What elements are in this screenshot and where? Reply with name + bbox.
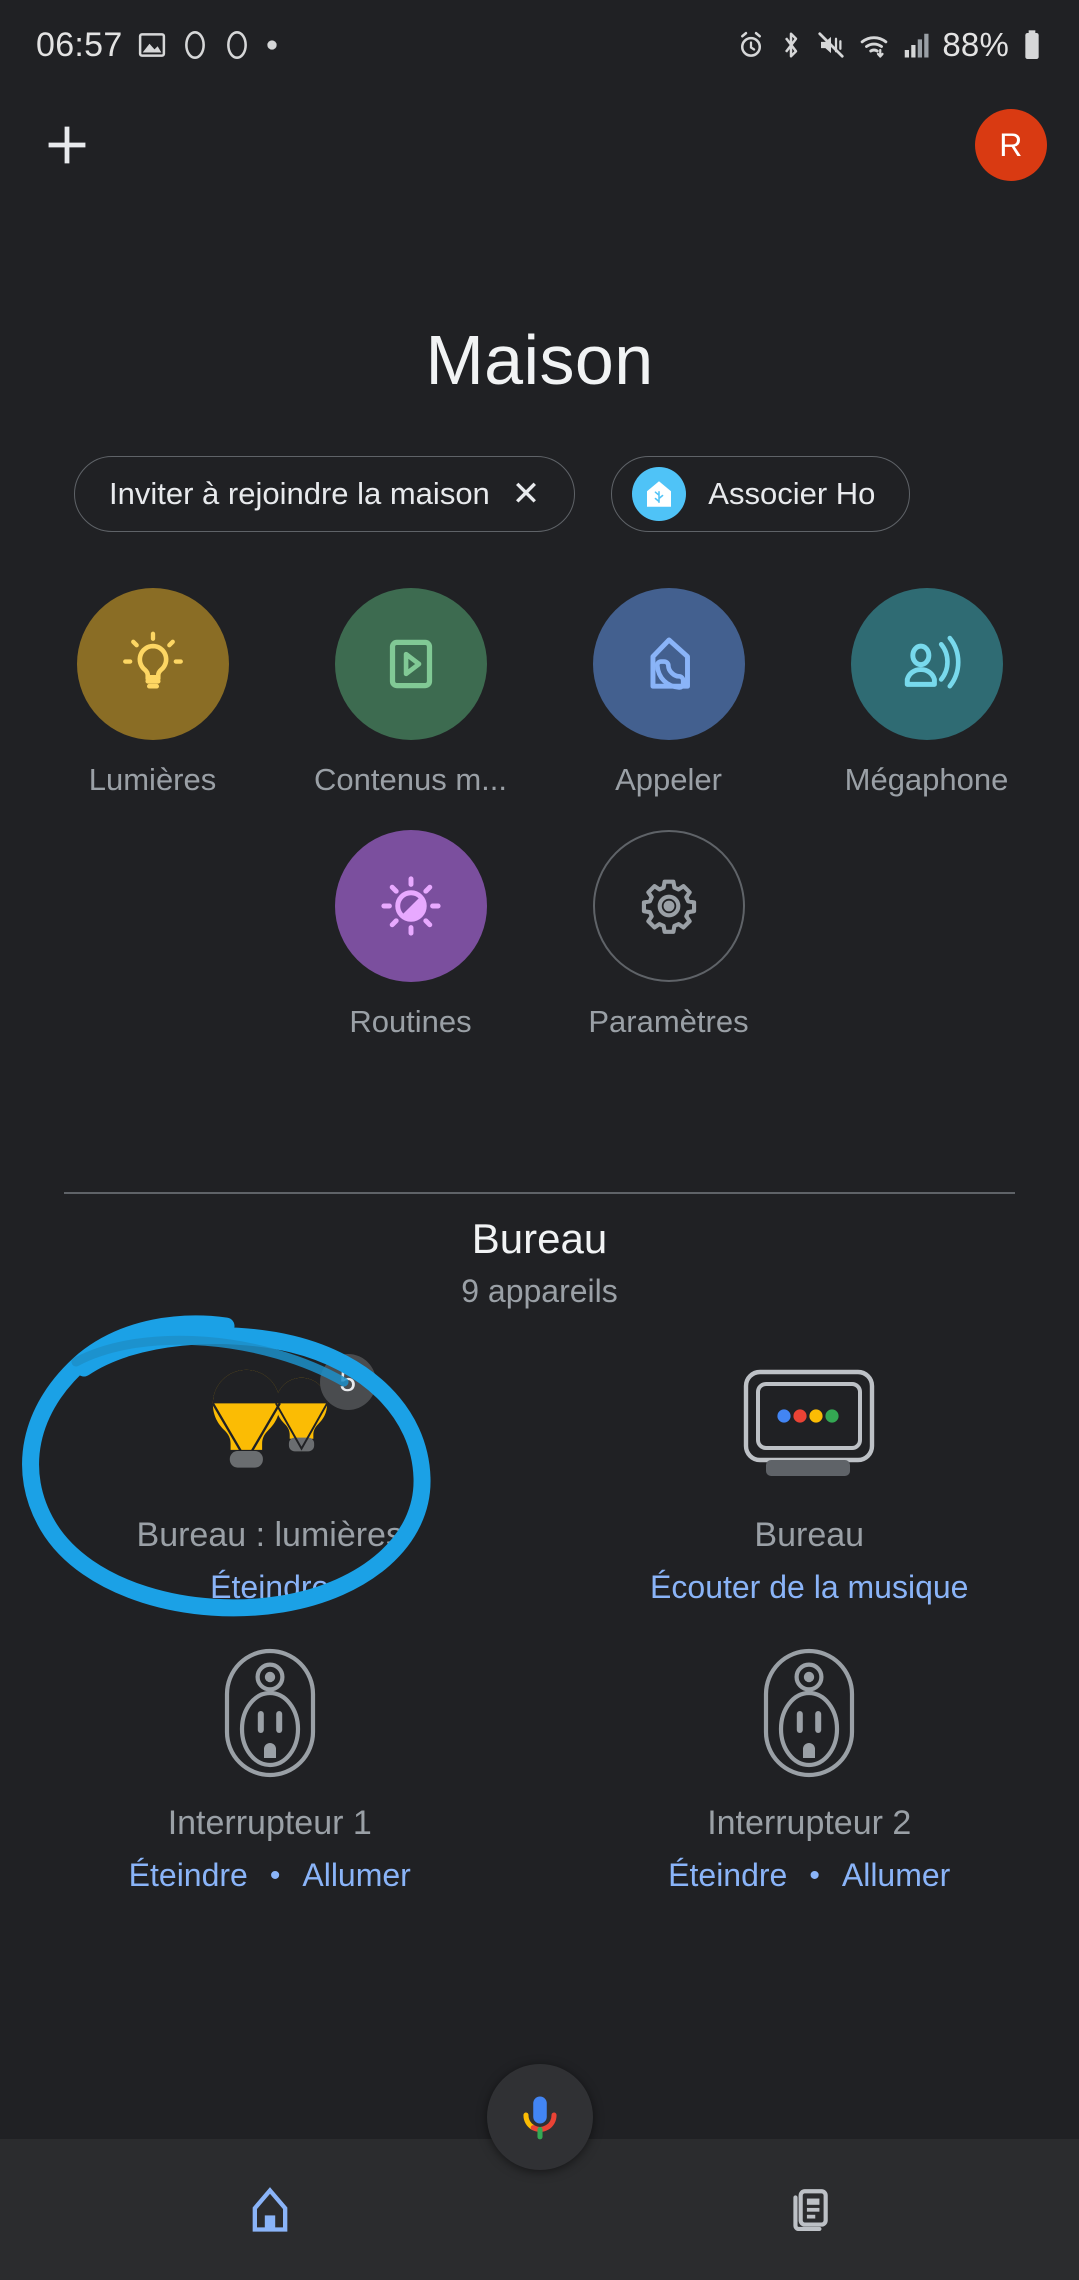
circle-icon <box>184 31 205 59</box>
device-card-bureau-lumieres[interactable]: 5 Bureau : lumières Éteindre <box>0 1340 540 1606</box>
device-action-link[interactable]: Éteindre <box>210 1569 329 1606</box>
routines-icon <box>380 876 441 936</box>
home-icon <box>252 2186 288 2232</box>
quick-actions-row-2: Routines Paramètres <box>0 830 1079 1040</box>
quick-action-media-circle <box>334 588 487 740</box>
quick-action-call-label: Appeler <box>615 762 722 797</box>
feed-icon <box>793 2188 828 2231</box>
device-icon-wrap <box>709 1350 909 1500</box>
room-device-count: 9 appareils <box>461 1273 618 1309</box>
device-action-link-off[interactable]: Éteindre <box>129 1857 248 1894</box>
assistant-fab[interactable] <box>486 2064 593 2170</box>
device-icon-wrap <box>170 1638 370 1788</box>
quick-actions-row-1: Lumières Contenus m... Appeler Mégaphone <box>0 588 1079 798</box>
status-bar-left: 06:57 <box>36 26 279 65</box>
device-grid: 5 Bureau : lumières Éteindre Bureau Écou… <box>0 1340 1079 1894</box>
chip-invite-to-home[interactable]: Inviter à rejoindre la maison ✕ <box>74 456 576 532</box>
quick-action-broadcast[interactable]: Mégaphone <box>811 588 1043 798</box>
chip-invite-label: Inviter à rejoindre la maison <box>109 476 490 511</box>
quick-action-settings-label: Paramètres <box>588 1004 749 1039</box>
mute-vibrate-icon <box>818 32 844 58</box>
quick-action-call[interactable]: Appeler <box>553 588 785 798</box>
gear-icon <box>641 879 696 934</box>
device-action-link[interactable]: Écouter de la musique <box>650 1569 968 1606</box>
device-actions: Éteindre • Allumer <box>129 1857 411 1894</box>
device-actions: Éteindre <box>210 1569 329 1606</box>
action-separator-dot: • <box>809 1858 820 1892</box>
device-label: Bureau : lumières <box>136 1516 403 1554</box>
quick-action-lights[interactable]: Lumières <box>37 588 269 798</box>
close-icon[interactable]: ✕ <box>512 477 541 511</box>
nest-hub-icon <box>744 1369 875 1476</box>
battery-icon <box>1025 30 1039 59</box>
device-label: Interrupteur 2 <box>707 1804 912 1842</box>
quick-action-broadcast-circle <box>850 588 1003 740</box>
device-card-bureau-display[interactable]: Bureau Écouter de la musique <box>540 1340 1079 1606</box>
device-action-link-on[interactable]: Allumer <box>302 1857 410 1894</box>
photo-icon <box>138 33 165 57</box>
smart-home-icon <box>632 467 687 521</box>
cellular-signal-icon <box>905 33 929 58</box>
outlet-icon <box>764 1648 855 1778</box>
status-badge: 5 <box>319 1354 376 1410</box>
section-divider <box>64 1192 1015 1194</box>
room-title: Bureau <box>471 1215 608 1262</box>
device-label: Interrupteur 1 <box>167 1804 372 1842</box>
quick-action-settings-circle <box>592 830 745 982</box>
status-time: 06:57 <box>36 25 123 64</box>
quick-action-call-circle <box>592 588 745 740</box>
device-icon-wrap <box>709 1638 909 1788</box>
nav-item-home[interactable] <box>0 2139 540 2280</box>
device-actions: Éteindre • Allumer <box>668 1857 950 1894</box>
wifi-icon <box>861 36 888 58</box>
device-action-link-on[interactable]: Allumer <box>842 1857 950 1894</box>
status-bar: 06:57 88% <box>0 0 1079 90</box>
quick-action-media[interactable]: Contenus m... <box>295 588 527 798</box>
quick-action-broadcast-label: Mégaphone <box>844 762 1009 797</box>
app-bar: R <box>0 90 1079 200</box>
quick-action-routines-label: Routines <box>349 1004 472 1039</box>
quick-actions: Lumières Contenus m... Appeler Mégaphone… <box>0 588 1079 1040</box>
device-action-link-off[interactable]: Éteindre <box>668 1857 787 1894</box>
action-separator-dot: • <box>269 1858 281 1892</box>
alarm-icon <box>741 31 762 57</box>
outlet-icon <box>224 1648 315 1778</box>
quick-action-settings[interactable]: Paramètres <box>553 830 785 1040</box>
circle-icon <box>226 31 247 59</box>
quick-action-lights-label: Lumières <box>88 762 217 797</box>
status-bar-right: 88% <box>736 26 1043 64</box>
device-label: Bureau <box>754 1516 865 1554</box>
nav-item-feed[interactable] <box>540 2139 1079 2280</box>
dot-icon <box>266 40 277 50</box>
home-phone-icon <box>650 637 690 690</box>
device-actions: Écouter de la musique <box>650 1569 968 1606</box>
add-device-button[interactable] <box>32 110 102 180</box>
google-assistant-mic-icon <box>522 2096 557 2140</box>
battery-percent: 88% <box>942 26 1009 63</box>
media-play-icon <box>389 639 432 689</box>
device-icon-wrap: 5 <box>170 1350 376 1500</box>
plus-icon <box>48 126 86 164</box>
chip-row: Inviter à rejoindre la maison ✕ Associer… <box>0 456 1079 532</box>
quick-action-routines[interactable]: Routines <box>295 830 527 1040</box>
quick-action-media-label: Contenus m... <box>314 762 507 797</box>
device-card-interrupteur-2[interactable]: Interrupteur 2 Éteindre • Allumer <box>540 1628 1079 1894</box>
chip-link-home-label: Associer Ho <box>708 476 876 511</box>
page-title: Maison <box>425 321 654 399</box>
broadcast-icon <box>904 635 960 689</box>
quick-action-routines-circle <box>334 830 487 982</box>
avatar[interactable]: R <box>975 109 1047 181</box>
device-card-interrupteur-1[interactable]: Interrupteur 1 Éteindre • Allumer <box>0 1628 540 1894</box>
avatar-initial: R <box>999 126 1023 163</box>
lightbulb-icon <box>122 631 183 689</box>
quick-action-lights-circle <box>76 588 229 740</box>
chip-link-home[interactable]: Associer Ho <box>611 456 911 532</box>
bluetooth-icon <box>785 32 798 58</box>
